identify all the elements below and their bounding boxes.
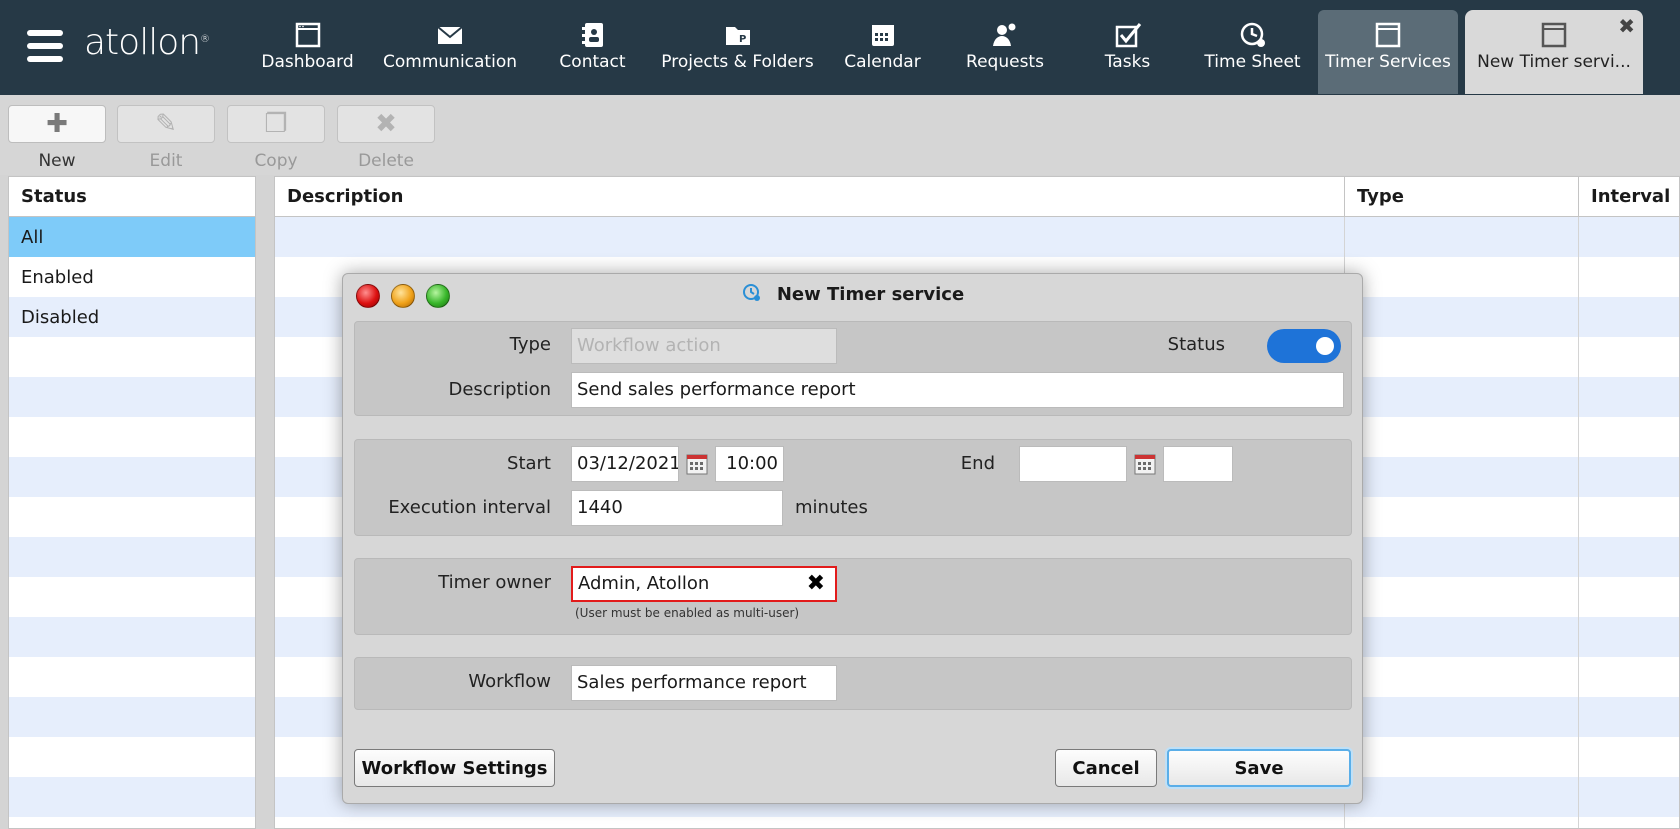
nav-projects-folders[interactable]: P Projects & Folders xyxy=(660,10,815,94)
start-time-field[interactable]: 10:00 xyxy=(715,446,784,482)
delete-button[interactable]: ✖ Delete xyxy=(337,105,435,171)
save-button[interactable]: Save xyxy=(1167,749,1351,787)
copy-button[interactable]: ❐ Copy xyxy=(227,105,325,171)
nav-time-sheet[interactable]: Time Sheet xyxy=(1200,10,1305,94)
close-tab-icon[interactable]: ✖ xyxy=(1618,14,1635,38)
end-time-field[interactable] xyxy=(1163,446,1233,482)
type-label: Type xyxy=(509,334,551,355)
nav-communication[interactable]: Communication xyxy=(380,10,520,94)
description-field[interactable]: Send sales performance report xyxy=(571,372,1344,408)
end-label: End xyxy=(960,453,995,474)
timer-clock-icon xyxy=(741,282,763,304)
interval-unit-label: minutes xyxy=(795,497,868,518)
clock-icon xyxy=(1200,10,1305,52)
workflow-field[interactable]: Sales performance report xyxy=(571,665,837,701)
type-field: Workflow action xyxy=(571,328,837,364)
status-empty-rows xyxy=(9,337,255,817)
window-icon xyxy=(1465,10,1643,52)
clear-owner-icon[interactable]: ✖ xyxy=(807,571,825,596)
edit-button[interactable]: ✎ Edit xyxy=(117,105,215,171)
cancel-button[interactable]: Cancel xyxy=(1055,749,1157,787)
grid-header: Description Type Interval xyxy=(275,177,1679,217)
start-label: Start xyxy=(507,453,551,474)
copy-icon: ❐ xyxy=(227,105,325,143)
window-icon xyxy=(1318,10,1458,52)
dialog-title: New Timer service xyxy=(343,282,1362,305)
new-button[interactable]: ✚ New xyxy=(8,105,106,171)
status-column-header[interactable]: Status xyxy=(9,177,255,217)
pencil-icon: ✎ xyxy=(117,105,215,143)
column-header-description[interactable]: Description xyxy=(275,177,1345,217)
status-item-disabled[interactable]: Disabled xyxy=(9,297,255,337)
checkbox-icon xyxy=(1080,10,1175,52)
status-item-enabled[interactable]: Enabled xyxy=(9,257,255,297)
timer-owner-field[interactable]: Admin, Atollon ✖ xyxy=(571,566,837,602)
timer-owner-label: Timer owner xyxy=(438,572,551,593)
timer-owner-hint: (User must be enabled as multi-user) xyxy=(575,606,800,620)
end-date-field[interactable] xyxy=(1019,446,1127,482)
description-label: Description xyxy=(448,379,551,400)
hamburger-menu-icon[interactable] xyxy=(27,30,63,64)
tab-new-timer-service[interactable]: ✖ New Timer servi... xyxy=(1465,10,1643,94)
plus-icon: ✚ xyxy=(8,105,106,143)
workflow-label: Workflow xyxy=(468,671,551,692)
schedule-section: Start 03/12/2021 10:00 End Execution int… xyxy=(354,439,1352,536)
toolbar: ✚ New ✎ Edit ❐ Copy ✖ Delete xyxy=(0,95,1680,175)
envelope-icon xyxy=(380,10,520,52)
delete-x-icon: ✖ xyxy=(337,105,435,143)
nav-timer-services[interactable]: Timer Services xyxy=(1318,10,1458,94)
column-header-interval[interactable]: Interval xyxy=(1579,177,1679,217)
nav-contact[interactable]: Contact xyxy=(545,10,640,94)
atollon-logo[interactable]: atollon® xyxy=(84,22,210,63)
window-icon xyxy=(255,10,360,52)
end-date-calendar-icon[interactable] xyxy=(1133,452,1157,476)
column-divider xyxy=(1578,217,1579,828)
column-header-type[interactable]: Type xyxy=(1345,177,1579,217)
top-navigation-bar: atollon® Dashboard Communication Contact… xyxy=(0,0,1680,95)
nav-tasks[interactable]: Tasks xyxy=(1080,10,1175,94)
status-filter-panel: Status All Enabled Disabled xyxy=(8,176,256,829)
status-item-all[interactable]: All xyxy=(9,217,255,257)
workflow-section: Workflow Sales performance report xyxy=(354,657,1352,710)
workflow-settings-button[interactable]: Workflow Settings xyxy=(354,749,555,787)
people-icon xyxy=(955,10,1055,52)
general-section: Type Workflow action Status Description … xyxy=(354,321,1352,416)
calendar-icon xyxy=(835,10,930,52)
execution-interval-field[interactable]: 1440 xyxy=(571,490,783,526)
nav-calendar[interactable]: Calendar xyxy=(835,10,930,94)
new-timer-service-dialog: New Timer service Type Workflow action S… xyxy=(342,273,1363,804)
start-date-field[interactable]: 03/12/2021 xyxy=(571,446,679,482)
execution-interval-label: Execution interval xyxy=(388,497,551,518)
start-date-calendar-icon[interactable] xyxy=(685,452,709,476)
folder-icon: P xyxy=(660,10,815,52)
status-toggle[interactable] xyxy=(1267,329,1341,363)
nav-requests[interactable]: Requests xyxy=(955,10,1055,94)
address-book-icon xyxy=(545,10,640,52)
status-label: Status xyxy=(1167,334,1225,355)
svg-text:P: P xyxy=(739,34,746,45)
owner-section: Timer owner Admin, Atollon ✖ (User must … xyxy=(354,558,1352,635)
nav-dashboard[interactable]: Dashboard xyxy=(255,10,360,94)
